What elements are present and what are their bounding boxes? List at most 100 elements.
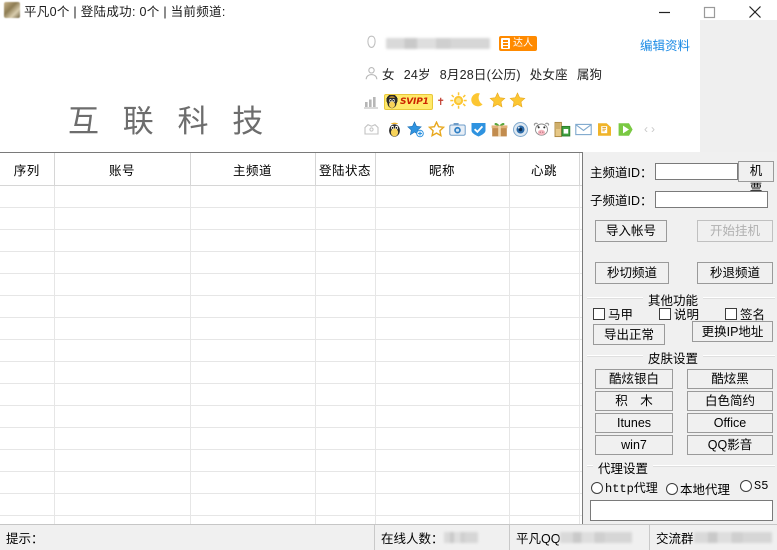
- table-cell[interactable]: [54, 339, 191, 362]
- table-cell[interactable]: [54, 229, 191, 252]
- skin-button-blocks[interactable]: 积 木: [595, 391, 673, 411]
- table-cell[interactable]: [190, 493, 316, 516]
- table-cell[interactable]: [54, 361, 191, 384]
- table-cell[interactable]: [190, 427, 316, 450]
- table-cell[interactable]: [375, 317, 510, 340]
- shield-icon[interactable]: [470, 121, 487, 138]
- table-cell[interactable]: [579, 207, 582, 230]
- table-cell[interactable]: [0, 493, 55, 516]
- quick-exit-channel-button[interactable]: 秒退频道: [697, 262, 773, 284]
- table-cell[interactable]: [54, 251, 191, 274]
- table-cell[interactable]: [579, 493, 582, 516]
- table-cell[interactable]: [509, 361, 580, 384]
- table-cell[interactable]: [190, 361, 316, 384]
- table-cell[interactable]: [0, 383, 55, 406]
- table-cell[interactable]: [54, 449, 191, 472]
- table-row[interactable]: [0, 317, 582, 340]
- table-cell[interactable]: [315, 427, 376, 450]
- column-header-channel[interactable]: 主频道: [190, 153, 316, 186]
- table-cell[interactable]: [579, 295, 582, 318]
- table-row[interactable]: [0, 273, 582, 296]
- table-row[interactable]: [0, 471, 582, 494]
- table-cell[interactable]: [579, 383, 582, 406]
- table-cell[interactable]: [190, 317, 316, 340]
- table-row[interactable]: [0, 405, 582, 428]
- table-cell[interactable]: [54, 273, 191, 296]
- table-cell[interactable]: [0, 405, 55, 428]
- table-cell[interactable]: [509, 427, 580, 450]
- table-cell[interactable]: [190, 207, 316, 230]
- table-cell[interactable]: [579, 427, 582, 450]
- table-cell[interactable]: [375, 471, 510, 494]
- table-cell[interactable]: [190, 383, 316, 406]
- table-cell[interactable]: [190, 449, 316, 472]
- table-cell[interactable]: [509, 471, 580, 494]
- table-cell[interactable]: [315, 339, 376, 362]
- table-cell[interactable]: [0, 427, 55, 450]
- skin-button-win7[interactable]: win7: [595, 435, 673, 455]
- game-icon[interactable]: [554, 121, 571, 138]
- checkbox-majia[interactable]: 马甲: [593, 304, 633, 323]
- column-header-seq[interactable]: 序列: [0, 153, 55, 186]
- table-cell[interactable]: [509, 339, 580, 362]
- table-cell[interactable]: [509, 251, 580, 274]
- table-cell[interactable]: [579, 251, 582, 274]
- camera-icon[interactable]: [449, 121, 466, 138]
- table-cell[interactable]: [315, 229, 376, 252]
- table-cell[interactable]: [315, 361, 376, 384]
- table-row[interactable]: [0, 449, 582, 472]
- table-cell[interactable]: [190, 273, 316, 296]
- table-cell[interactable]: [0, 361, 55, 384]
- table-cell[interactable]: [315, 471, 376, 494]
- accounts-table-container[interactable]: 序列 账号 主频道 登陆状态 昵称 心跳: [0, 152, 583, 525]
- table-cell[interactable]: [375, 273, 510, 296]
- table-cell[interactable]: [509, 383, 580, 406]
- proxy-address-input[interactable]: [590, 500, 773, 521]
- chevron-right-icon[interactable]: ›: [651, 122, 658, 136]
- checkbox-majia-box[interactable]: [593, 307, 605, 320]
- table-cell[interactable]: [509, 405, 580, 428]
- sub-channel-input[interactable]: [654, 191, 768, 208]
- table-cell[interactable]: [579, 273, 582, 296]
- ticket-button[interactable]: 机票: [738, 161, 774, 196]
- column-header-heartbeat[interactable]: 心跳: [509, 153, 580, 186]
- radio-local-proxy-circle[interactable]: [666, 482, 678, 495]
- table-cell[interactable]: [375, 383, 510, 406]
- table-cell[interactable]: [190, 229, 316, 252]
- skin-button-white-simple[interactable]: 白色简约: [687, 391, 773, 411]
- table-cell[interactable]: [375, 449, 510, 472]
- radio-s5-proxy-circle[interactable]: [740, 480, 752, 492]
- table-cell[interactable]: [54, 317, 191, 340]
- blue-star-icon[interactable]: [407, 120, 424, 138]
- skin-button-office[interactable]: Office: [687, 413, 773, 433]
- column-header-status[interactable]: 登陆状态: [315, 153, 376, 186]
- table-cell[interactable]: [0, 229, 55, 252]
- table-cell[interactable]: [375, 207, 510, 230]
- table-cell[interactable]: [315, 493, 376, 516]
- table-cell[interactable]: [579, 185, 582, 208]
- table-cell[interactable]: [0, 273, 55, 296]
- table-row[interactable]: [0, 339, 582, 362]
- table-cell[interactable]: [375, 339, 510, 362]
- table-cell[interactable]: [315, 273, 376, 296]
- table-cell[interactable]: [509, 273, 580, 296]
- table-cell[interactable]: [509, 185, 580, 208]
- table-cell[interactable]: [375, 405, 510, 428]
- export-normal-button[interactable]: 导出正常: [593, 324, 665, 345]
- table-cell[interactable]: [375, 295, 510, 318]
- table-cell[interactable]: [579, 229, 582, 252]
- table-cell[interactable]: [315, 251, 376, 274]
- edit-profile-link[interactable]: 编辑资料: [640, 35, 690, 54]
- change-ip-button[interactable]: 更换IP地址: [692, 321, 773, 342]
- table-cell[interactable]: [54, 185, 191, 208]
- table-cell[interactable]: [579, 339, 582, 362]
- table-cell[interactable]: [54, 383, 191, 406]
- table-cell[interactable]: [315, 449, 376, 472]
- table-cell[interactable]: [375, 361, 510, 384]
- start-hangup-button[interactable]: 开始挂机: [697, 220, 773, 242]
- table-cell[interactable]: [190, 185, 316, 208]
- skin-button-itunes[interactable]: Itunes: [595, 413, 673, 433]
- column-header-nickname[interactable]: 昵称: [375, 153, 510, 186]
- table-row[interactable]: [0, 251, 582, 274]
- table-cell[interactable]: [579, 361, 582, 384]
